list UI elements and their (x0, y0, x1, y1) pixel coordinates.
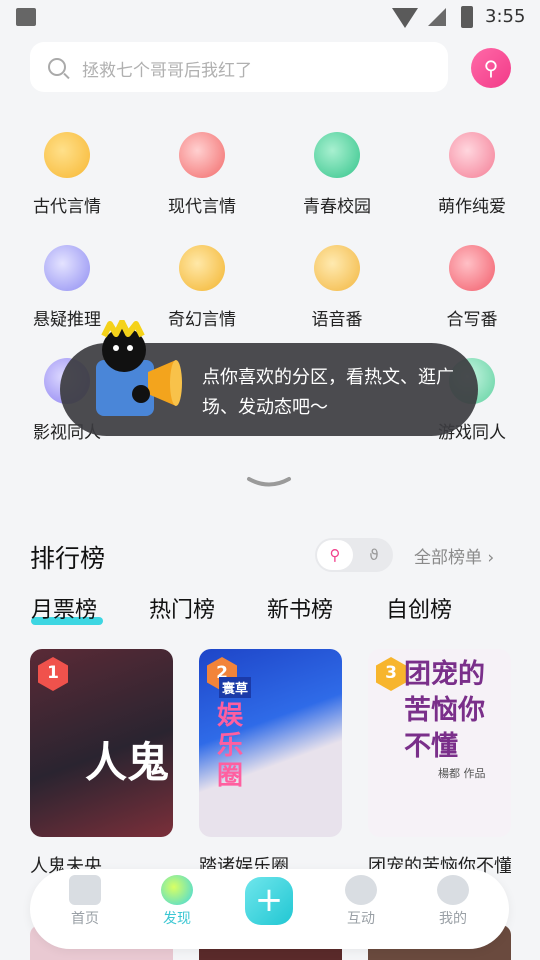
rank-badge: 3 (376, 657, 406, 691)
bear-face-icon (449, 132, 495, 178)
search-bar[interactable]: 拯救七个哥哥后我红了 (30, 42, 448, 92)
rank-badge: 1 (38, 657, 68, 691)
cover-title: 团宠的苦恼你不懂 (404, 659, 485, 762)
tooltip-text: 点你喜欢的分区，看热文、逛广场、发动态吧～ (202, 367, 454, 418)
category-fantasy[interactable]: 奇幻言情 (147, 245, 257, 330)
category-label: 合写番 (446, 310, 498, 330)
crystal-ball-icon (44, 245, 90, 291)
all-rankings-link[interactable]: 全部榜单 › (414, 543, 494, 568)
male-toggle-icon[interactable]: ϑ (359, 540, 389, 570)
nav-label: 发现 (163, 911, 191, 927)
tab-new-books[interactable]: 新书榜 (267, 592, 333, 624)
category-ancient-romance[interactable]: 古代言情 (12, 132, 122, 217)
microphone-icon (314, 245, 360, 291)
tab-monthly-votes[interactable]: 月票榜 (31, 592, 97, 624)
bottom-nav: 首页 发现 + 互动 我的 (30, 869, 509, 949)
nav-label: 互动 (347, 911, 375, 927)
category-label: 语音番 (311, 310, 363, 330)
graduation-cap-icon (314, 132, 360, 178)
heart-icon (449, 245, 495, 291)
nav-label: 我的 (439, 911, 467, 927)
fan-icon (44, 132, 90, 178)
cover-title: 人鬼 (84, 738, 169, 787)
nav-interact[interactable]: 互动 (326, 869, 396, 928)
nav-home[interactable]: 首页 (50, 869, 120, 928)
cover-author: 楊都 作品 (438, 767, 486, 780)
category-label: 青春校园 (303, 197, 371, 217)
tab-hot[interactable]: 热门榜 (149, 592, 215, 624)
category-label: 萌作纯爱 (438, 197, 506, 217)
category-label: 现代言情 (168, 197, 236, 217)
ranking-title: 排行榜 (30, 544, 106, 573)
nav-label: 首页 (71, 911, 99, 927)
status-bar: 3:55 (0, 0, 540, 36)
pink-action-button[interactable]: ⚲ (471, 48, 511, 88)
gallery-icon (16, 8, 36, 26)
book-cover-1[interactable]: 1 人鬼 (30, 649, 173, 837)
search-placeholder: 拯救七个哥哥后我红了 (82, 61, 252, 81)
ranking-gender-toggle[interactable]: ⚲ ϑ (315, 538, 393, 572)
category-label: 古代言情 (33, 197, 101, 217)
wifi-icon (392, 8, 418, 28)
nav-discover[interactable]: 发现 (142, 869, 212, 928)
book-cover-2[interactable]: 2 寰草 娱乐圈 (199, 649, 342, 837)
nav-profile[interactable]: 我的 (418, 869, 488, 928)
cover-title: 娱乐圈 (217, 701, 244, 791)
category-audio-drama[interactable]: 语音番 (282, 245, 392, 330)
category-modern-romance[interactable]: 现代言情 (147, 132, 257, 217)
mascot-icon (96, 320, 182, 416)
coffee-cup-icon (179, 132, 225, 178)
search-icon (48, 58, 66, 76)
tab-original[interactable]: 自创榜 (386, 592, 452, 624)
home-icon (69, 875, 101, 905)
category-mystery[interactable]: 悬疑推理 (12, 245, 122, 330)
expand-chevron-icon[interactable] (246, 476, 292, 490)
category-bl[interactable]: 萌作纯爱 (417, 132, 527, 217)
signal-icon (428, 8, 446, 26)
status-time: 3:55 (485, 6, 526, 27)
create-plus-button[interactable]: + (245, 877, 293, 925)
profile-icon (437, 875, 469, 905)
wing-icon (179, 245, 225, 291)
category-campus[interactable]: 青春校园 (282, 132, 392, 217)
category-co-writing[interactable]: 合写番 (417, 245, 527, 330)
battery-icon (461, 6, 473, 28)
chat-icon (345, 875, 377, 905)
book-cover-3[interactable]: 3 团宠的苦恼你不懂 楊都 作品 (368, 649, 511, 837)
cover-subtitle: 寰草 (219, 677, 252, 698)
discover-icon (161, 875, 193, 905)
female-toggle-icon[interactable]: ⚲ (317, 540, 353, 570)
